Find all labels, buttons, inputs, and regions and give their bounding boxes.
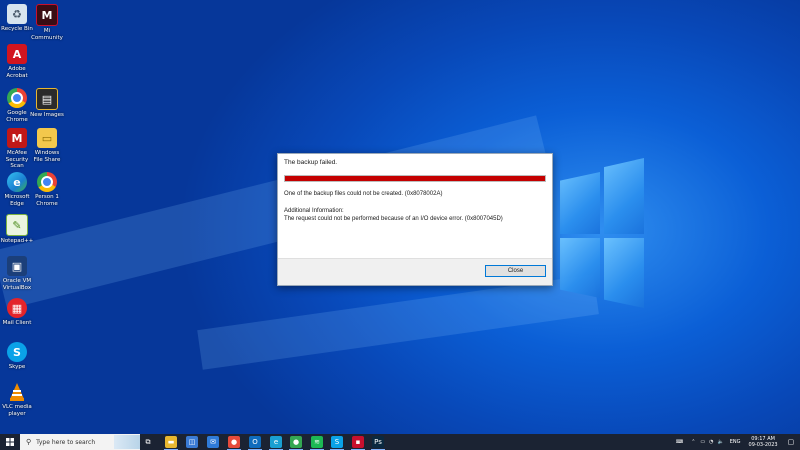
app-icon[interactable]: ▪ <box>352 436 364 448</box>
chrome-profile-icon[interactable]: ● <box>290 436 302 448</box>
start-button[interactable] <box>0 434 20 450</box>
recycle-bin-icon: ♻ <box>7 4 27 24</box>
additional-info-label: Additional Information: <box>284 208 344 214</box>
desktop-icon-edge[interactable]: e Microsoft Edge <box>0 172 34 207</box>
clock[interactable]: 09:17 AM 09-03-2023 <box>749 436 778 448</box>
taskbar: ⚲ Type here to search ⧉ ▬ ◫ ✉ ● Oe ● ≋ S ▪ Ps ⌨ ⌃ … <box>0 434 800 450</box>
light-beam <box>197 274 599 370</box>
network-icon[interactable]: ▭ <box>700 439 705 445</box>
language-indicator[interactable]: ENG <box>730 439 741 445</box>
notifications-icon[interactable]: ▢ <box>788 438 795 446</box>
taskbar-search-box[interactable]: ⚲ Type here to search <box>20 434 140 450</box>
desktop-icon-virtualbox[interactable]: ▣ Oracle VM VirtualBox <box>0 256 34 291</box>
desktop-icon-acrobat[interactable]: A Adobe Acrobat <box>0 44 34 79</box>
virtualbox-icon: ▣ <box>7 256 27 276</box>
store-icon[interactable]: ◫ <box>186 436 198 448</box>
mail-icon: ▦ <box>7 298 27 318</box>
vlc-icon <box>7 382 27 402</box>
file-explorer-icon[interactable]: ▬ <box>165 436 177 448</box>
desktop-icon-new-images[interactable]: ▤ New Images <box>30 88 64 119</box>
volume-icon[interactable]: 🔈 <box>718 439 724 445</box>
system-tray: ⌨ ⌃ ▭ ◔ 🔈 ENG 09:17 AM 09-03-2023 ▢ <box>676 434 794 450</box>
task-view-icon[interactable]: ⧉ <box>142 436 154 448</box>
close-button[interactable]: Close <box>485 265 546 277</box>
dialog-footer: Close <box>278 258 552 285</box>
windows-logo-wallpaper <box>560 158 644 308</box>
additional-information: Additional Information: The request coul… <box>284 207 503 223</box>
desktop-icon-chrome[interactable]: Google Chrome <box>0 88 34 123</box>
progress-fill <box>285 176 545 181</box>
desktop-icon-recycle-bin[interactable]: ♻ Recycle Bin <box>0 4 34 33</box>
desktop-icon-notepad[interactable]: ✎ Notepad++ <box>0 214 34 245</box>
backup-progress-bar <box>284 175 546 182</box>
desktop-icon-chrome-person[interactable]: Person 1 Chrome <box>30 172 64 207</box>
dialog-title: The backup failed. <box>284 159 338 166</box>
desktop-icon-mail[interactable]: ▦ Mail Client <box>0 298 34 327</box>
folder-icon: ▭ <box>37 128 57 148</box>
photoshop-icon[interactable]: Ps <box>372 436 384 448</box>
pdf-icon: A <box>7 44 27 64</box>
app-icon: M <box>36 4 58 26</box>
skype-icon[interactable]: S <box>331 436 343 448</box>
shield-icon: M <box>7 128 27 148</box>
wifi-icon[interactable]: ◔ <box>709 439 713 445</box>
outlook-icon[interactable]: O <box>249 436 261 448</box>
additional-info-text: The request could not be performed becau… <box>284 216 503 222</box>
desktop-icon-mcafee[interactable]: M McAfee Security Scan <box>0 128 34 170</box>
backup-error-dialog: The backup failed. One of the backup fil… <box>277 153 553 286</box>
edge-icon[interactable]: e <box>270 436 282 448</box>
notepad-icon: ✎ <box>6 214 28 236</box>
desktop-icon-vlc[interactable]: VLC media player <box>0 382 34 417</box>
error-message: One of the backup files could not be cre… <box>284 191 443 197</box>
keyboard-icon[interactable]: ⌨ <box>676 439 683 445</box>
search-placeholder: Type here to search <box>36 438 96 446</box>
search-icon: ⚲ <box>26 438 32 446</box>
clock-date: 09-03-2023 <box>748 442 778 448</box>
desktop: ♻ Recycle Bin M Mi Community A Adobe Acr… <box>0 0 800 434</box>
folder-icon: ▤ <box>36 88 58 110</box>
search-highlight-icon <box>114 435 140 449</box>
chrome-icon <box>37 172 57 192</box>
chrome-icon <box>7 88 27 108</box>
desktop-icon-mi[interactable]: M Mi Community <box>30 4 64 41</box>
edge-icon: e <box>7 172 27 192</box>
mail-icon[interactable]: ✉ <box>207 436 219 448</box>
show-hidden-icons-icon[interactable]: ⌃ <box>691 439 695 445</box>
desktop-icon-folder[interactable]: ▭ Windows File Share <box>30 128 64 163</box>
chrome-icon[interactable]: ● <box>228 436 240 448</box>
skype-icon: S <box>7 342 27 362</box>
windows-start-icon <box>6 438 14 446</box>
desktop-icon-skype[interactable]: S Skype <box>0 342 34 371</box>
spotify-icon[interactable]: ≋ <box>311 436 323 448</box>
